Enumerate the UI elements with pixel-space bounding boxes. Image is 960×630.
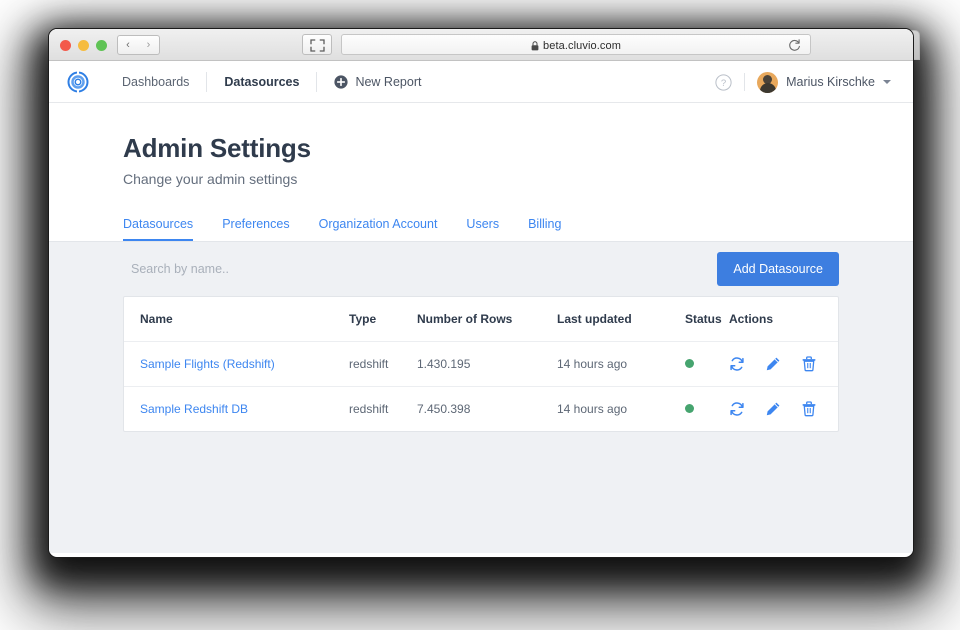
window-maximize-button[interactable] xyxy=(96,40,107,51)
edit-icon[interactable] xyxy=(765,401,781,417)
window-minimize-button[interactable] xyxy=(78,40,89,51)
column-header-number-of-rows: Number of Rows xyxy=(417,297,557,342)
help-circle-icon[interactable]: ? xyxy=(715,74,732,91)
column-header-status: Status xyxy=(685,297,729,342)
settings-tabs: Datasources Preferences Organization Acc… xyxy=(123,211,913,241)
datasources-table-card: Name Type Number of Rows Last updated St… xyxy=(123,296,839,432)
cell-last-updated: 14 hours ago xyxy=(557,342,685,387)
search-input[interactable] xyxy=(123,262,717,276)
window-close-button[interactable] xyxy=(60,40,71,51)
tab-preferences[interactable]: Preferences xyxy=(222,217,289,241)
cell-status xyxy=(685,387,729,432)
page-title: Admin Settings xyxy=(123,133,913,164)
cell-name: Sample Redshift DB xyxy=(124,387,349,432)
user-menu[interactable]: Marius Kirschke xyxy=(757,72,891,93)
datasource-link[interactable]: Sample Redshift DB xyxy=(140,402,248,416)
avatar xyxy=(757,72,778,93)
cell-type: redshift xyxy=(349,387,417,432)
page-header-section: Admin Settings Change your admin setting… xyxy=(49,103,913,241)
cell-number-of-rows: 1.430.195 xyxy=(417,342,557,387)
browser-back-button[interactable]: ‹ xyxy=(117,35,139,55)
refresh-icon[interactable] xyxy=(729,401,745,417)
nav-item-dashboards[interactable]: Dashboards xyxy=(105,61,206,103)
table-row: Sample Redshift DB redshift 7.450.398 14… xyxy=(124,387,838,432)
fullscreen-icon[interactable] xyxy=(302,34,332,55)
table-header-row: Name Type Number of Rows Last updated St… xyxy=(124,297,838,342)
cluvio-logo-icon[interactable] xyxy=(67,71,89,93)
url-text: beta.cluvio.com xyxy=(543,40,621,52)
add-datasource-button[interactable]: Add Datasource xyxy=(717,252,839,286)
chevron-down-icon xyxy=(883,80,891,84)
cell-status xyxy=(685,342,729,387)
table-body: Sample Flights (Redshift) redshift 1.430… xyxy=(124,342,838,432)
column-header-actions: Actions xyxy=(729,297,838,342)
refresh-icon[interactable] xyxy=(729,356,745,372)
status-badge xyxy=(685,404,694,413)
nav-item-datasources[interactable]: Datasources xyxy=(207,61,316,103)
plus-circle-icon xyxy=(334,75,348,89)
cell-last-updated: 14 hours ago xyxy=(557,387,685,432)
cell-actions xyxy=(729,387,838,432)
user-name: Marius Kirschke xyxy=(786,75,875,89)
cell-name: Sample Flights (Redshift) xyxy=(124,342,349,387)
tab-organization-account[interactable]: Organization Account xyxy=(319,217,438,241)
delete-icon[interactable] xyxy=(801,356,817,372)
browser-window: ‹ › beta.cluvio.com xyxy=(48,28,914,558)
new-report-label: New Report xyxy=(355,75,421,89)
url-group: beta.cluvio.com xyxy=(342,35,810,56)
datasources-table: Name Type Number of Rows Last updated St… xyxy=(124,297,838,431)
page-subtitle: Change your admin settings xyxy=(123,171,913,187)
app-nav: Dashboards Datasources New Report xyxy=(105,61,421,103)
datasource-link[interactable]: Sample Flights (Redshift) xyxy=(140,357,275,371)
tab-billing[interactable]: Billing xyxy=(528,217,561,241)
tab-users[interactable]: Users xyxy=(466,217,499,241)
avatar-body xyxy=(760,83,776,93)
table-header: Name Type Number of Rows Last updated St… xyxy=(124,297,838,342)
column-header-last-updated: Last updated xyxy=(557,297,685,342)
reload-icon[interactable] xyxy=(787,38,802,53)
svg-text:?: ? xyxy=(721,78,726,89)
row-actions xyxy=(729,356,838,372)
column-header-name: Name xyxy=(124,297,349,342)
column-header-type: Type xyxy=(349,297,417,342)
cell-number-of-rows: 7.450.398 xyxy=(417,387,557,432)
browser-chrome-toolbar: ‹ › beta.cluvio.com xyxy=(49,29,913,61)
delete-icon[interactable] xyxy=(801,401,817,417)
browser-forward-button[interactable]: › xyxy=(138,35,160,55)
datasources-toolbar: Add Datasource xyxy=(123,242,839,296)
address-bar[interactable]: beta.cluvio.com xyxy=(341,34,811,55)
row-actions xyxy=(729,401,838,417)
edit-icon[interactable] xyxy=(765,356,781,372)
header-divider xyxy=(744,73,745,91)
cell-type: redshift xyxy=(349,342,417,387)
app-header-right: ? Marius Kirschke xyxy=(715,61,891,103)
new-report-button[interactable]: New Report xyxy=(317,75,421,89)
app-header: Dashboards Datasources New Report ? xyxy=(49,61,913,103)
table-row: Sample Flights (Redshift) redshift 1.430… xyxy=(124,342,838,387)
tab-datasources[interactable]: Datasources xyxy=(123,217,193,241)
content-area: Add Datasource Name Type Number of Rows … xyxy=(49,241,913,553)
lock-icon xyxy=(531,41,539,51)
status-badge xyxy=(685,359,694,368)
cell-actions xyxy=(729,342,838,387)
